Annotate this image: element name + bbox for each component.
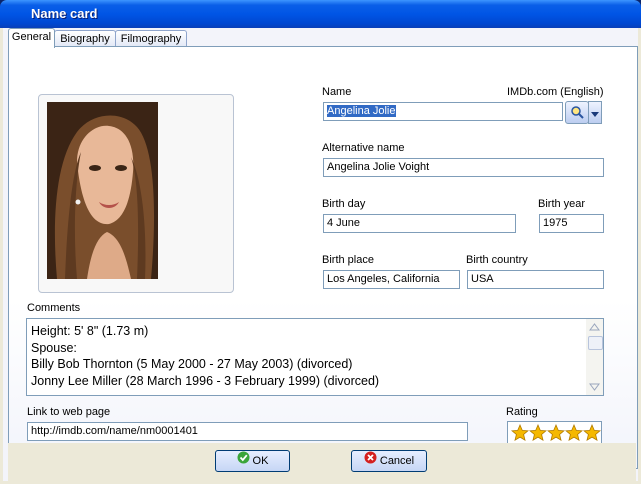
scroll-down-icon [589, 383, 600, 391]
birth-year-label: Birth year [538, 198, 586, 210]
comments-scrollbar[interactable] [586, 319, 603, 395]
search-icon [570, 105, 584, 122]
rating-label: Rating [506, 406, 538, 418]
scroll-thumb[interactable] [588, 336, 603, 350]
rating-stars[interactable] [507, 421, 602, 445]
birth-day-field[interactable]: 4 June [323, 214, 516, 233]
name-field[interactable]: Angelina Jolie [323, 102, 563, 121]
comments-textarea[interactable]: Height: 5' 8" (1.73 m) Spouse: Billy Bob… [26, 318, 604, 396]
check-icon [237, 451, 250, 471]
comments-label: Comments [27, 302, 81, 314]
person-photo [47, 102, 158, 279]
cancel-button[interactable]: Cancel [351, 450, 427, 472]
star-icon[interactable] [564, 423, 584, 442]
birth-place-field[interactable]: Los Angeles, California [323, 270, 460, 289]
source-dropdown-button[interactable] [588, 101, 602, 124]
name-source-label: IMDb.com (English) [507, 86, 604, 98]
alternative-name-field[interactable]: Angelina Jolie Voight [323, 158, 604, 177]
window-client-area: General Biography Filmography Name IMDb.… [3, 28, 638, 481]
comments-line: Billy Bob Thornton (5 May 2000 - 27 May … [31, 357, 353, 371]
star-icon[interactable] [546, 423, 566, 442]
chevron-down-icon [591, 109, 599, 121]
general-tab-panel: Name IMDb.com (English) Angelina Jolie A [8, 46, 638, 469]
birth-country-label: Birth country [466, 254, 528, 266]
star-icon[interactable] [528, 423, 548, 442]
comments-line: Height: 5' 8" (1.73 m) [31, 324, 149, 338]
tab-biography-label: Biography [60, 33, 110, 45]
scroll-down-button[interactable] [587, 379, 602, 394]
tab-general-label: General [11, 31, 52, 43]
star-icon[interactable] [582, 423, 602, 442]
comments-text: Height: 5' 8" (1.73 m) Spouse: Billy Bob… [31, 323, 379, 389]
name-label: Name [322, 86, 352, 98]
comments-line: Spouse: [31, 340, 77, 355]
name-card-window: Name card General Biography Filmography [0, 0, 641, 484]
name-value: Angelina Jolie [327, 105, 396, 117]
scroll-up-button[interactable] [587, 320, 602, 335]
window-title: Name card [31, 6, 98, 21]
birth-day-label: Birth day [322, 198, 366, 210]
cancel-label: Cancel [379, 455, 415, 467]
button-bar: OK Cancel [8, 443, 636, 481]
imdb-search-button[interactable] [565, 101, 589, 124]
title-bar[interactable]: Name card [0, 0, 641, 28]
link-field[interactable]: http://imdb.com/name/nm0001401 [27, 422, 468, 441]
ok-label: OK [252, 455, 269, 467]
link-label: Link to web page [27, 406, 111, 418]
alternative-name-label: Alternative name [322, 142, 405, 154]
scroll-up-icon [589, 323, 600, 331]
cancel-icon [364, 451, 377, 471]
tab-filmography-label: Filmography [120, 33, 182, 45]
comments-line: Jonny Lee Miller (28 March 1996 - 3 Febr… [31, 373, 380, 388]
photo-frame[interactable] [38, 94, 234, 293]
window-body: General Biography Filmography Name IMDb.… [0, 28, 641, 484]
birth-year-field[interactable]: 1975 [539, 214, 604, 233]
birth-place-label: Birth place [322, 254, 374, 266]
star-icon[interactable] [510, 423, 530, 442]
tab-general[interactable]: General [8, 28, 55, 48]
ok-button[interactable]: OK [215, 450, 290, 472]
birth-country-field[interactable]: USA [467, 270, 604, 289]
